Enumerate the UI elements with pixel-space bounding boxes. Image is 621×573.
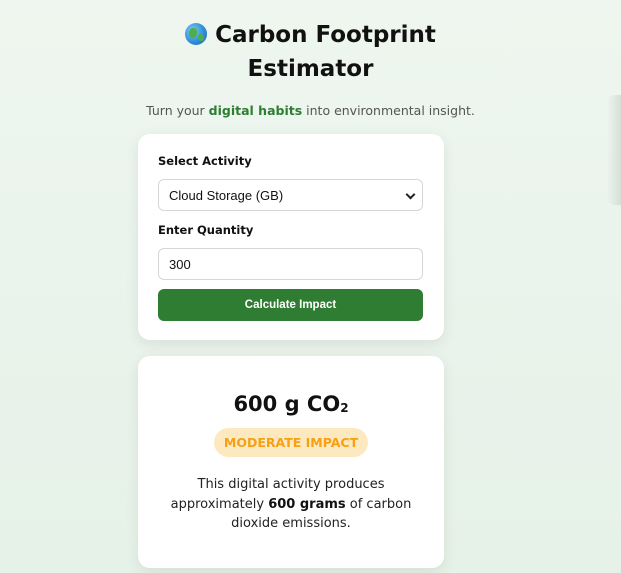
page-title-text: Carbon Footprint Estimator — [215, 22, 436, 82]
activity-select-value: Cloud Storage (GB) — [169, 187, 284, 203]
impact-level-badge: MODERATE IMPACT — [213, 428, 369, 457]
chevron-down-icon — [405, 189, 416, 200]
activity-label: Select Activity — [158, 154, 252, 168]
page-header: Carbon Footprint Estimator Turn your dig… — [0, 18, 621, 118]
subtitle-post: into environmental insight. — [302, 103, 475, 118]
quantity-input[interactable]: 300 — [158, 248, 423, 280]
co2-result-text: 600 g CO — [233, 392, 341, 416]
subtitle-pre: Turn your — [146, 103, 209, 118]
page-title: Carbon Footprint Estimator — [181, 18, 441, 86]
subtitle-highlight: digital habits — [208, 103, 303, 118]
quantity-label: Enter Quantity — [158, 223, 254, 237]
quantity-input-value: 300 — [169, 256, 191, 272]
result-card: 600 g CO2 MODERATE IMPACT This digital a… — [138, 356, 444, 568]
result-description: This digital activity produces approxima… — [161, 475, 421, 534]
globe-icon — [185, 23, 208, 45]
page-subtitle: Turn your digital habits into environmen… — [0, 103, 621, 118]
co2-subscript: 2 — [340, 401, 349, 415]
result-desc-bold: 600 grams — [268, 496, 346, 512]
estimator-form-card: Select Activity Cloud Storage (GB) Enter… — [138, 134, 444, 340]
activity-select[interactable]: Cloud Storage (GB) — [158, 179, 423, 211]
calculate-impact-button[interactable]: Calculate Impact — [158, 289, 423, 321]
co2-result-value: 600 g CO2 — [138, 392, 444, 416]
calculate-impact-label: Calculate Impact — [244, 299, 337, 311]
